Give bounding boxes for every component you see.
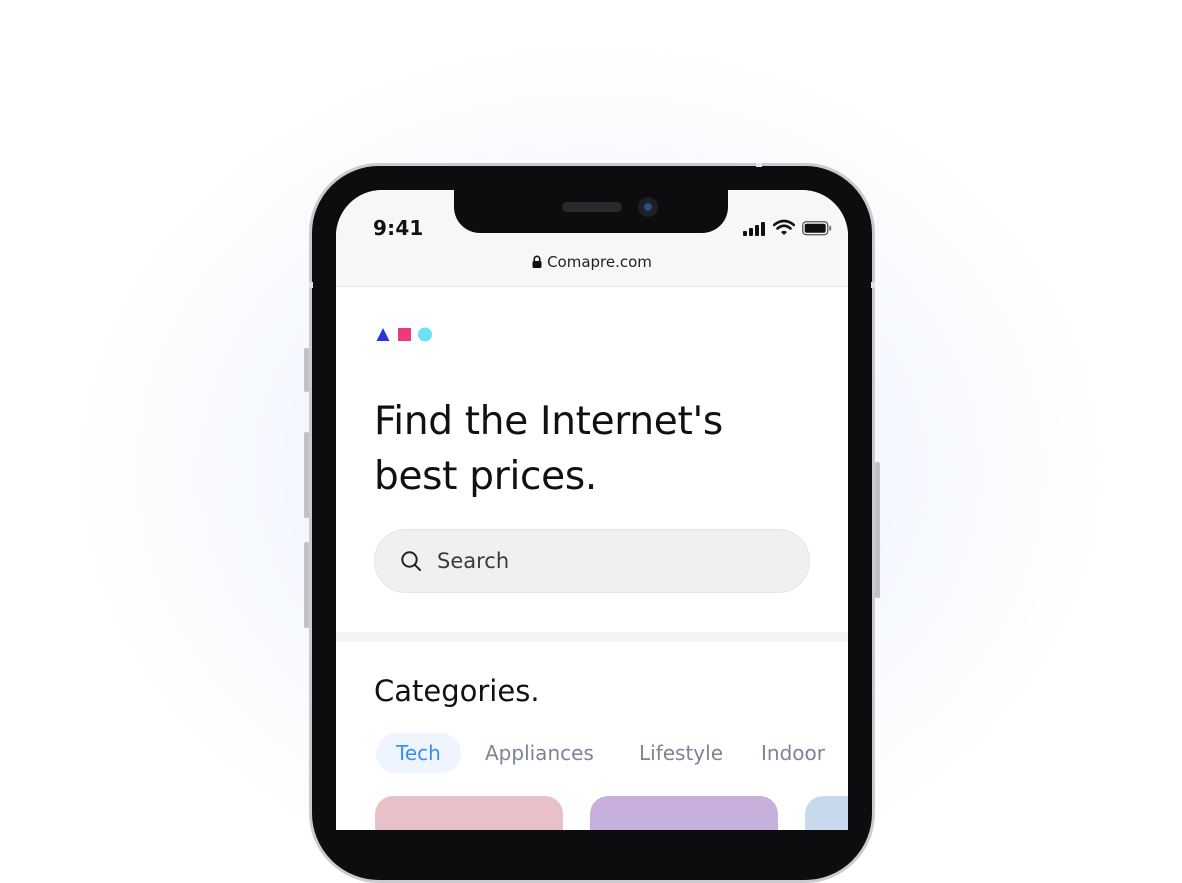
brand-logo: [376, 327, 432, 342]
cellular-signal-icon: [743, 222, 765, 236]
square-logo-shape: [398, 328, 411, 341]
status-time: 9:41: [373, 216, 424, 240]
categories-heading: Categories.: [374, 674, 540, 708]
hero-headline: Find the Internet's best prices.: [374, 394, 814, 504]
category-card[interactable]: [375, 796, 563, 830]
circle-logo-shape: [418, 327, 432, 342]
headline-line-1: Find the Internet's: [374, 399, 723, 444]
address-bar[interactable]: Comapre.com: [336, 253, 848, 271]
antenna-line: [756, 163, 762, 167]
battery-icon: [802, 221, 832, 236]
wifi-icon: [773, 219, 795, 235]
lock-icon: [532, 255, 542, 268]
triangle-logo-shape: [376, 328, 390, 341]
tab-indoor[interactable]: Indoor: [761, 733, 825, 773]
antenna-line: [309, 282, 313, 288]
section-divider: [336, 632, 848, 642]
category-card[interactable]: [805, 796, 848, 830]
power-button: [875, 462, 880, 598]
search-placeholder: Search: [437, 549, 510, 573]
url-text: Comapre.com: [547, 253, 652, 271]
search-icon: [401, 551, 421, 571]
search-input[interactable]: Search: [374, 529, 810, 593]
antenna-line: [871, 282, 875, 288]
camera-notch: [454, 190, 728, 233]
earpiece-speaker: [562, 202, 622, 212]
headline-line-2: best prices.: [374, 454, 597, 499]
tab-lifestyle[interactable]: Lifestyle: [639, 733, 723, 773]
tab-tech[interactable]: Tech: [376, 733, 461, 773]
tab-appliances[interactable]: Appliances: [485, 733, 594, 773]
front-camera: [638, 197, 658, 217]
category-card[interactable]: [590, 796, 778, 830]
category-tabs: Tech Appliances Lifestyle Indoor: [376, 733, 848, 773]
phone-screen: 9:41 Comapre.com Find the Internet's bes…: [336, 190, 848, 830]
